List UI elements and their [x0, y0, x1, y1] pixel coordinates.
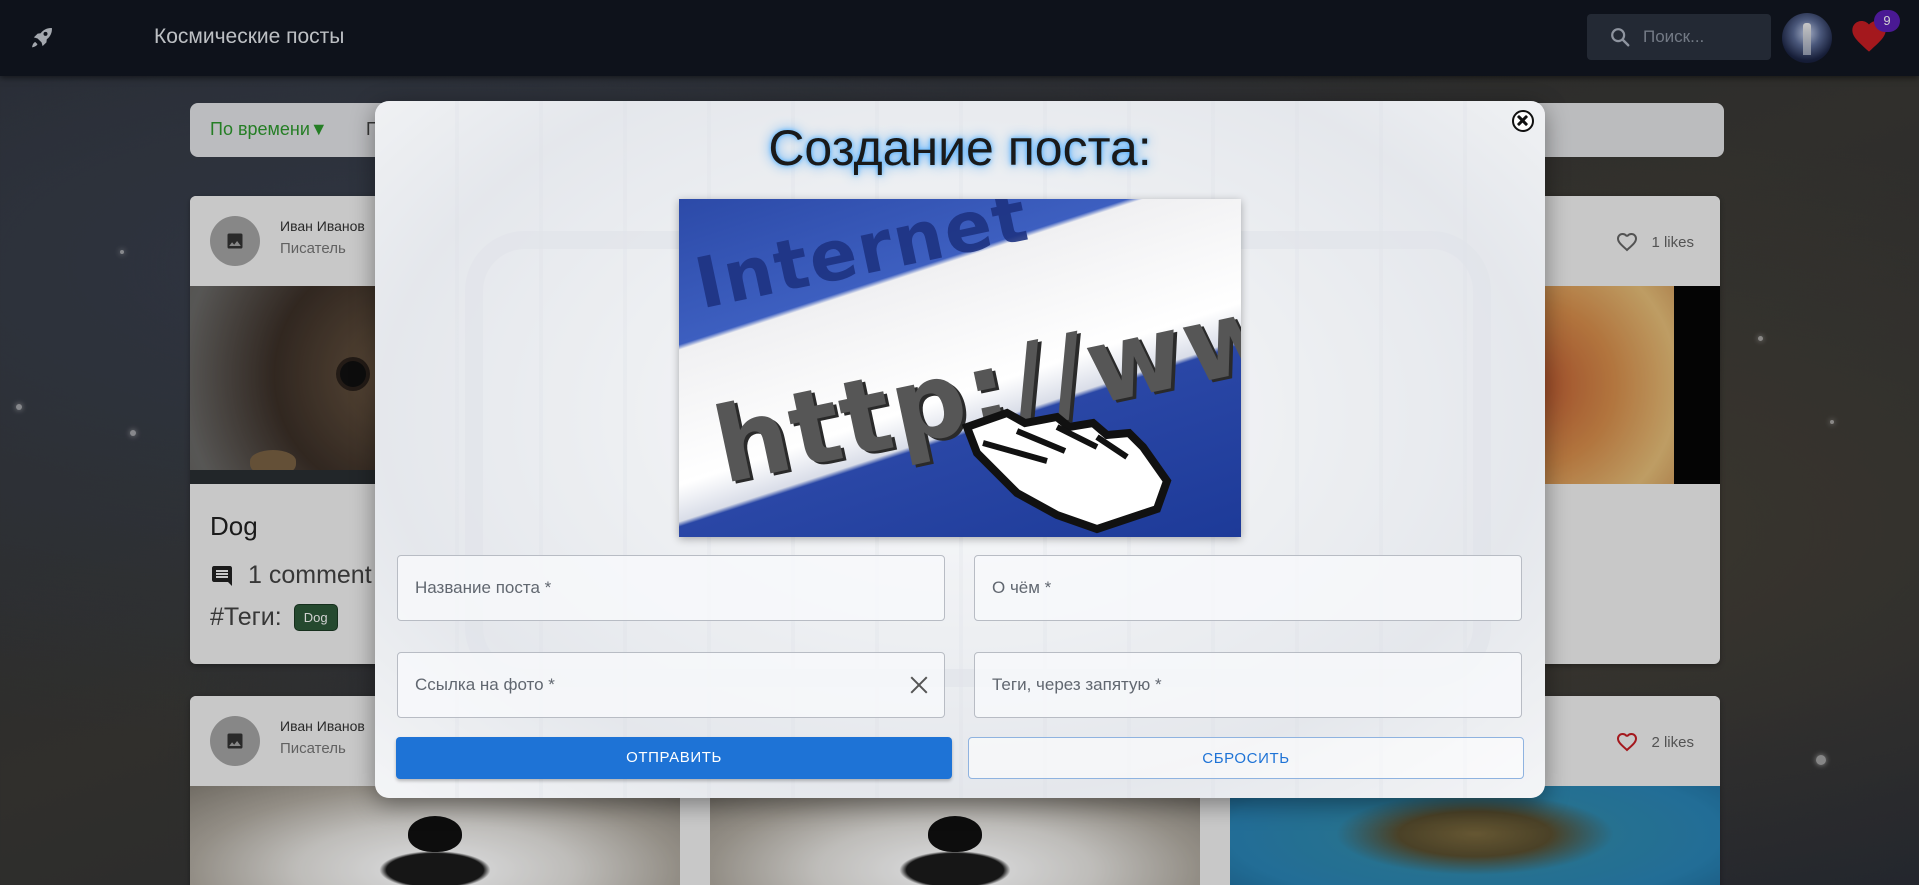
post-title-input[interactable]: [415, 556, 901, 620]
photo-preview: Internet http://www: [679, 199, 1241, 537]
about-input[interactable]: [992, 556, 1478, 620]
submit-button[interactable]: ОТПРАВИТЬ: [396, 737, 952, 779]
pointer-hand-icon: [961, 408, 1172, 534]
tags-field[interactable]: [974, 652, 1522, 718]
create-post-modal: Создание поста: Internet http://www ОТПР…: [375, 101, 1545, 798]
clear-icon[interactable]: [908, 674, 930, 696]
tags-input[interactable]: [992, 653, 1478, 717]
reset-button[interactable]: СБРОСИТЬ: [968, 737, 1524, 779]
photo-url-input[interactable]: [415, 653, 901, 717]
modal-title: Создание поста:: [768, 120, 1152, 176]
photo-url-field[interactable]: [397, 652, 945, 718]
about-field[interactable]: [974, 555, 1522, 621]
preview-text: Internet: [688, 199, 1036, 326]
post-title-field[interactable]: [397, 555, 945, 621]
